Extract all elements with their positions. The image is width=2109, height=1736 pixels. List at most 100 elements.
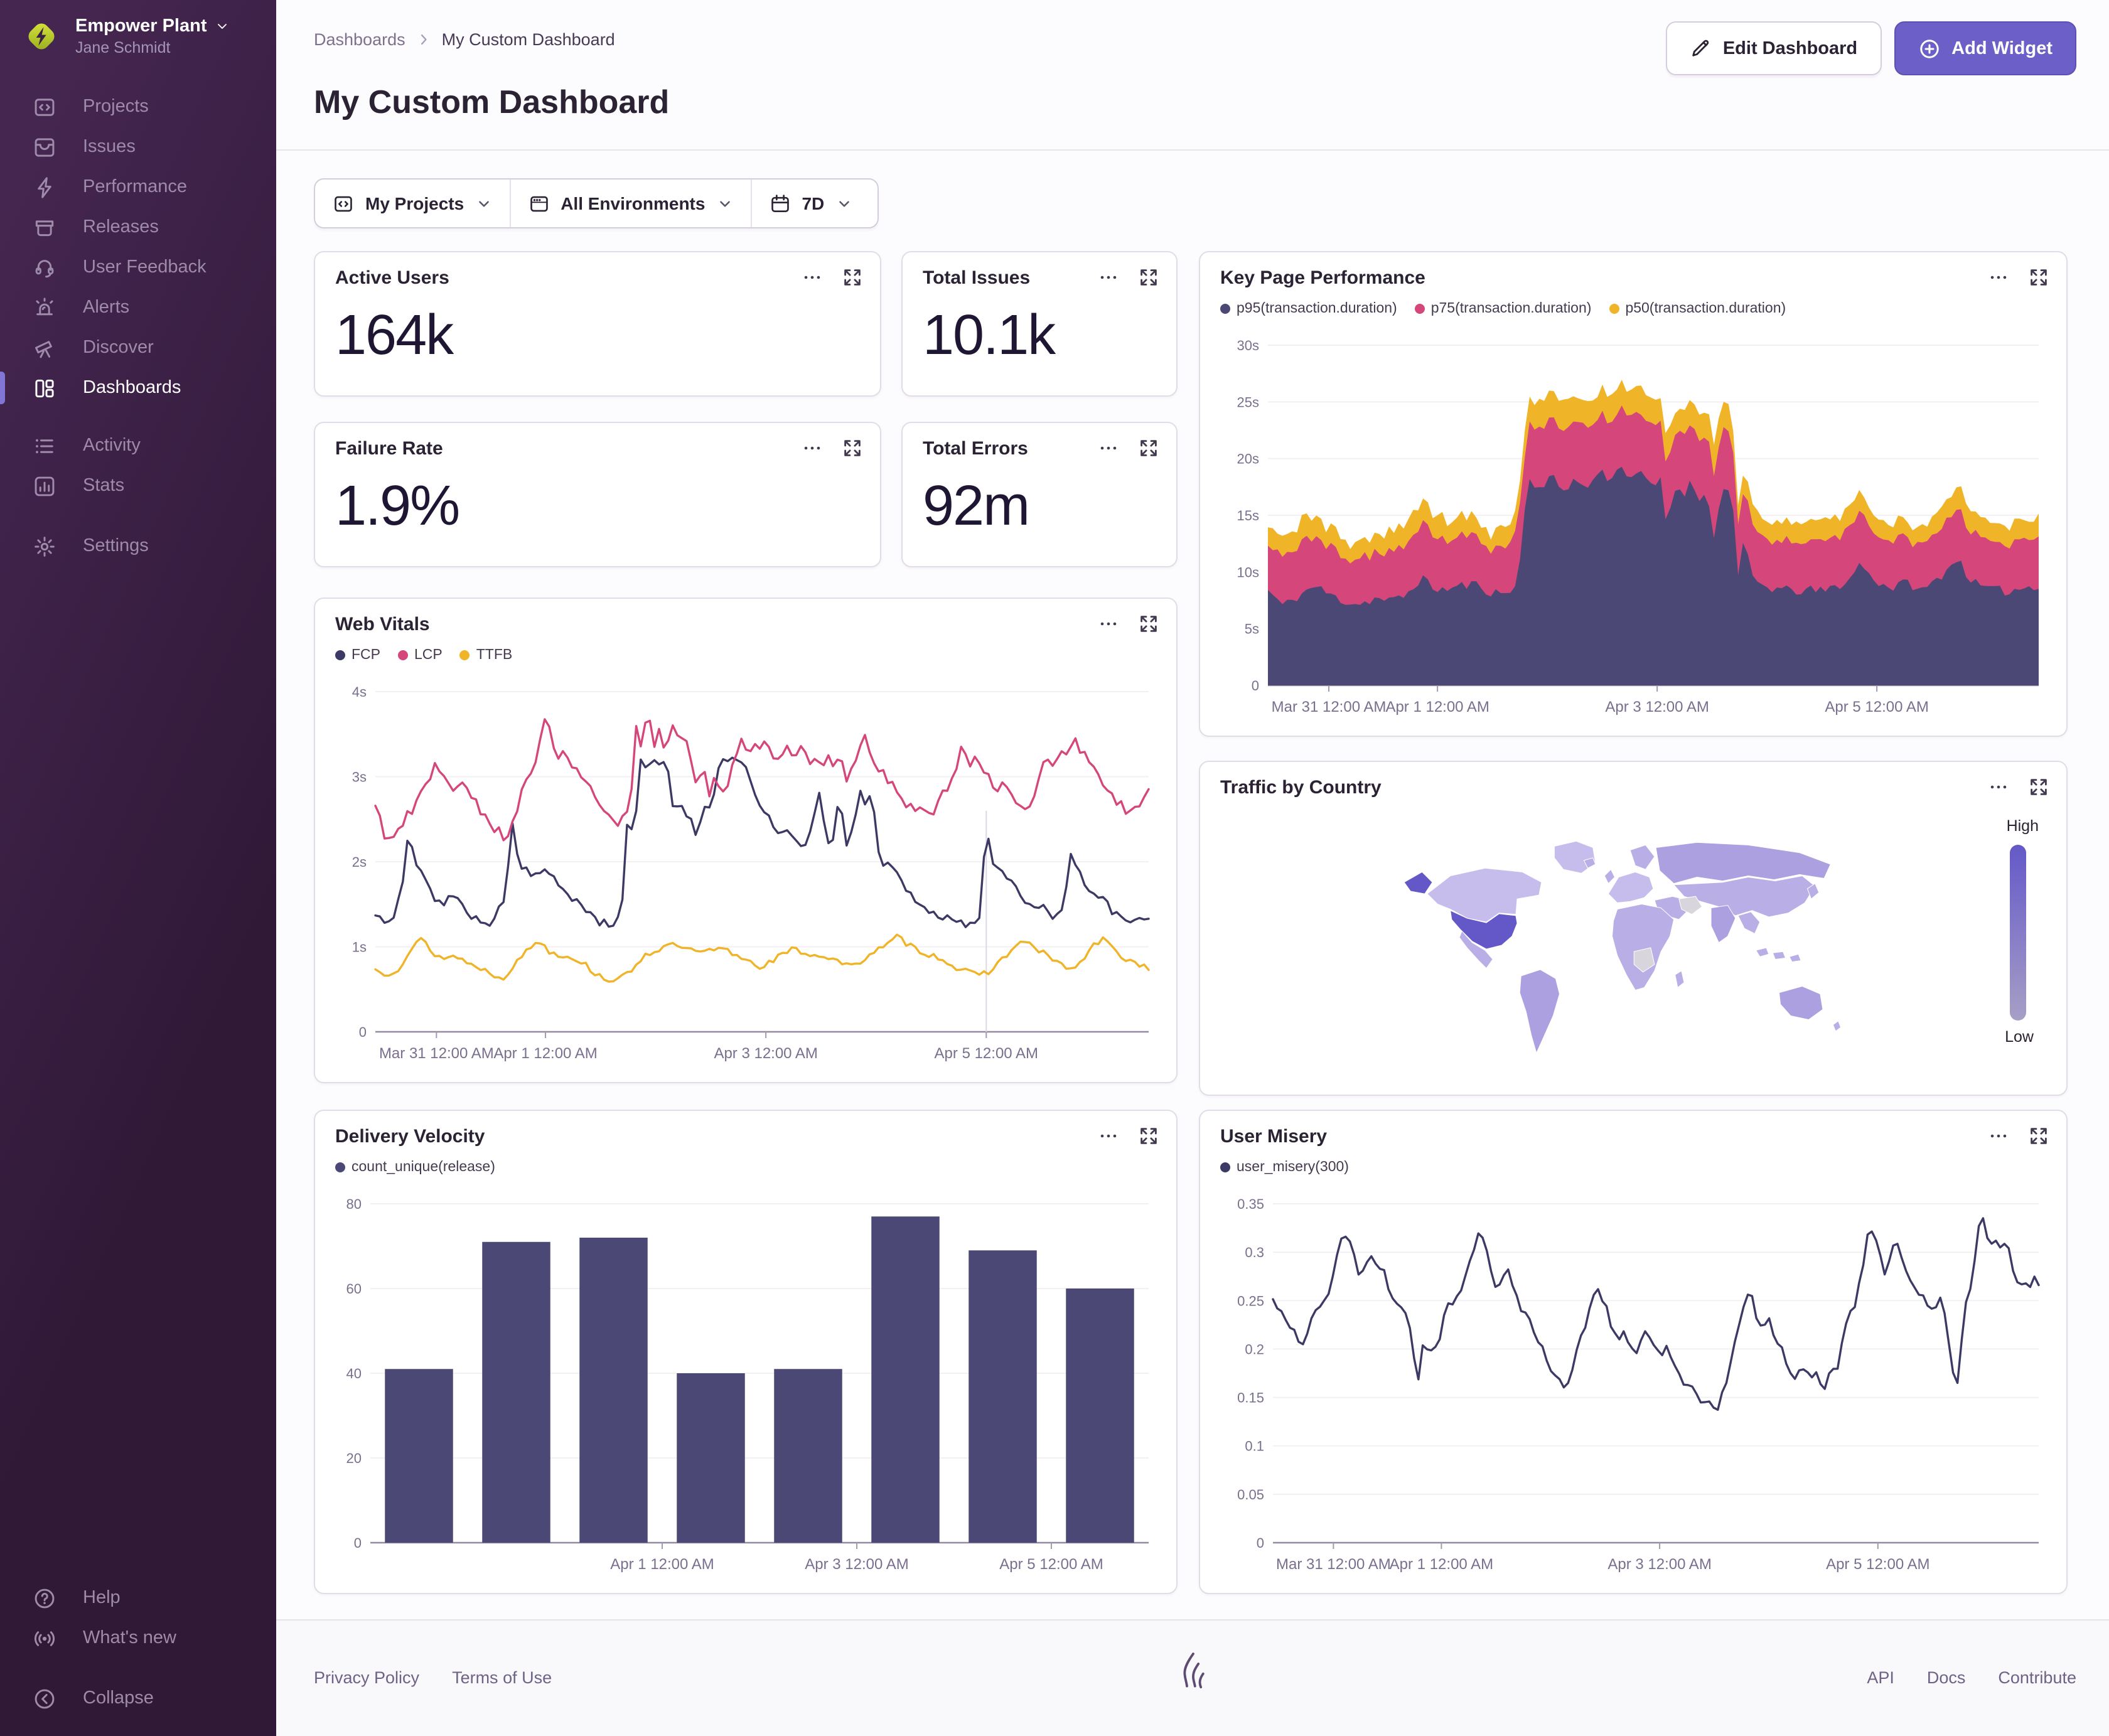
sidebar-item-performance[interactable]: Performance (0, 167, 276, 207)
add-widget-button[interactable]: Add Widget (1894, 21, 2076, 75)
sidebar-bottom-nav: Help What's new Collapse (0, 1578, 276, 1718)
big-number-value: 10.1k (923, 303, 1056, 367)
sidebar-item-settings[interactable]: Settings (0, 526, 276, 566)
widget-expand-icon[interactable] (2029, 777, 2049, 797)
svg-text:Mar 31 12:00 AM: Mar 31 12:00 AM (1276, 1556, 1391, 1573)
privacy-policy-link[interactable]: Privacy Policy (314, 1668, 419, 1687)
widget-expand-icon[interactable] (842, 267, 862, 287)
widget-web-vitals: Web Vitals FCP LCP TTFB 0 1s 2s 3s 4s Mar 31 12… (314, 597, 1178, 1083)
legend-item[interactable]: p75(transaction.duration) (1414, 301, 1591, 316)
widget-menu-icon[interactable] (1988, 267, 2009, 287)
widget-expand-icon[interactable] (2029, 267, 2049, 287)
chart-legend: user_misery(300) (1220, 1160, 1349, 1175)
widget-expand-icon[interactable] (1139, 438, 1159, 458)
legend-item[interactable]: count_unique(release) (335, 1160, 495, 1175)
line-chart: 0 1s 2s 3s 4s Mar 31 12:00 AM Apr 1 12:00 AM Ap… (335, 679, 1159, 1072)
legend-item[interactable]: p95(transaction.duration) (1220, 301, 1397, 316)
legend-item[interactable]: user_misery(300) (1220, 1160, 1349, 1175)
chart-legend: p95(transaction.duration) p75(transaction… (1220, 301, 1786, 316)
svg-text:Apr 3 12:00 AM: Apr 3 12:00 AM (805, 1556, 908, 1573)
widget-menu-icon[interactable] (1098, 1126, 1119, 1146)
widget-menu-icon[interactable] (1098, 438, 1119, 458)
widget-menu-icon[interactable] (1098, 267, 1119, 287)
widget-key-page-performance: Key Page Performance p95(transaction.dur… (1199, 251, 2068, 737)
svg-text:Mar 31 12:00 AM: Mar 31 12:00 AM (1272, 699, 1387, 715)
widget-expand-icon[interactable] (1139, 267, 1159, 287)
sidebar-item-alerts[interactable]: Alerts (0, 287, 276, 328)
project-filter[interactable]: My Projects (315, 179, 509, 227)
sidebar-item-stats[interactable]: Stats (0, 466, 276, 506)
map-region (1789, 953, 1801, 963)
svg-text:15s: 15s (1237, 508, 1259, 523)
stats-icon (33, 474, 58, 498)
widget-title: Traffic by Country (1220, 777, 1382, 798)
window-icon (528, 193, 549, 214)
widget-total-issues: Total Issues 10.1k (901, 251, 1178, 397)
api-link[interactable]: API (1867, 1668, 1894, 1687)
widget-expand-icon[interactable] (1139, 1126, 1159, 1146)
environment-filter[interactable]: All Environments (509, 179, 750, 227)
breadcrumb: Dashboards My Custom Dashboard (314, 30, 615, 49)
map-region (1737, 911, 1761, 935)
legend-dot (1220, 1162, 1230, 1172)
svg-text:80: 80 (346, 1196, 362, 1212)
widget-menu-icon[interactable] (1988, 777, 2009, 797)
org-switcher[interactable]: Empower Plant Jane Schmidt (0, 0, 276, 69)
sidebar-item-dashboards[interactable]: Dashboards (0, 368, 276, 408)
sidebar-item-what-s-new[interactable]: What's new (0, 1618, 276, 1658)
widget-expand-icon[interactable] (1139, 614, 1159, 634)
map-region (1519, 969, 1560, 1054)
contribute-link[interactable]: Contribute (1998, 1668, 2076, 1687)
line-chart: 0 0.05 0.1 0.15 0.2 0.25 0.3 0.35 Mar 31 12:00 A… (1220, 1191, 2049, 1583)
breadcrumb-dashboards-link[interactable]: Dashboards (314, 30, 405, 49)
widget-user-misery: User Misery user_misery(300) 0 0.05 0.1 0.1… (1199, 1110, 2068, 1594)
legend-item[interactable]: TTFB (459, 648, 512, 663)
world-map (1388, 835, 1865, 1058)
org-logo-icon (23, 18, 60, 55)
sidebar-item-help[interactable]: Help (0, 1578, 276, 1618)
widget-title: Active Users (335, 267, 449, 289)
widget-menu-icon[interactable] (802, 267, 822, 287)
sidebar-item-projects[interactable]: Projects (0, 87, 276, 127)
map-region (1607, 871, 1654, 903)
widget-delivery-velocity: Delivery Velocity count_unique(release) … (314, 1110, 1178, 1594)
legend-dot (1609, 304, 1619, 314)
sidebar-item-issues[interactable]: Issues (0, 127, 276, 167)
svg-text:Apr 5 12:00 AM: Apr 5 12:00 AM (999, 1556, 1103, 1573)
map-region (1427, 867, 1542, 923)
map-region (1611, 903, 1675, 991)
sidebar-item-user-feedback[interactable]: User Feedback (0, 247, 276, 287)
sidebar-item-label: Help (83, 1588, 121, 1608)
docs-link[interactable]: Docs (1927, 1668, 1966, 1687)
legend-item[interactable]: FCP (335, 648, 380, 663)
filter-bar: My Projects All Environments 7D (314, 178, 879, 228)
edit-dashboard-button[interactable]: Edit Dashboard (1666, 21, 1882, 75)
legend-label: p95(transaction.duration) (1237, 301, 1397, 316)
sidebar-item-discover[interactable]: Discover (0, 328, 276, 368)
map-region (1604, 869, 1616, 884)
widget-traffic-by-country: Traffic by Country High Low (1199, 761, 2068, 1096)
sidebar-item-releases[interactable]: Releases (0, 207, 276, 247)
legend-item[interactable]: p50(transaction.duration) (1609, 301, 1786, 316)
widget-menu-icon[interactable] (1988, 1126, 2009, 1146)
map-region (1772, 951, 1786, 960)
sidebar-item-collapse[interactable]: Collapse (0, 1678, 276, 1718)
widget-title: Total Errors (923, 438, 1028, 459)
legend-item[interactable]: LCP (398, 648, 443, 663)
widget-expand-icon[interactable] (842, 438, 862, 458)
legend-dot (335, 1162, 345, 1172)
whats-new-icon (33, 1626, 58, 1650)
widget-menu-icon[interactable] (802, 438, 822, 458)
svg-text:5s: 5s (1245, 621, 1259, 637)
big-number-value: 164k (335, 303, 454, 367)
widget-title: Key Page Performance (1220, 267, 1425, 289)
sidebar-item-label: Dashboards (83, 378, 181, 398)
legend-label: count_unique(release) (352, 1160, 495, 1175)
activity-icon (33, 434, 58, 458)
terms-of-use-link[interactable]: Terms of Use (452, 1668, 552, 1687)
svg-text:0: 0 (359, 1024, 367, 1040)
date-range-filter[interactable]: 7D (750, 179, 869, 227)
widget-menu-icon[interactable] (1098, 614, 1119, 634)
widget-expand-icon[interactable] (2029, 1126, 2049, 1146)
sidebar-item-activity[interactable]: Activity (0, 426, 276, 466)
